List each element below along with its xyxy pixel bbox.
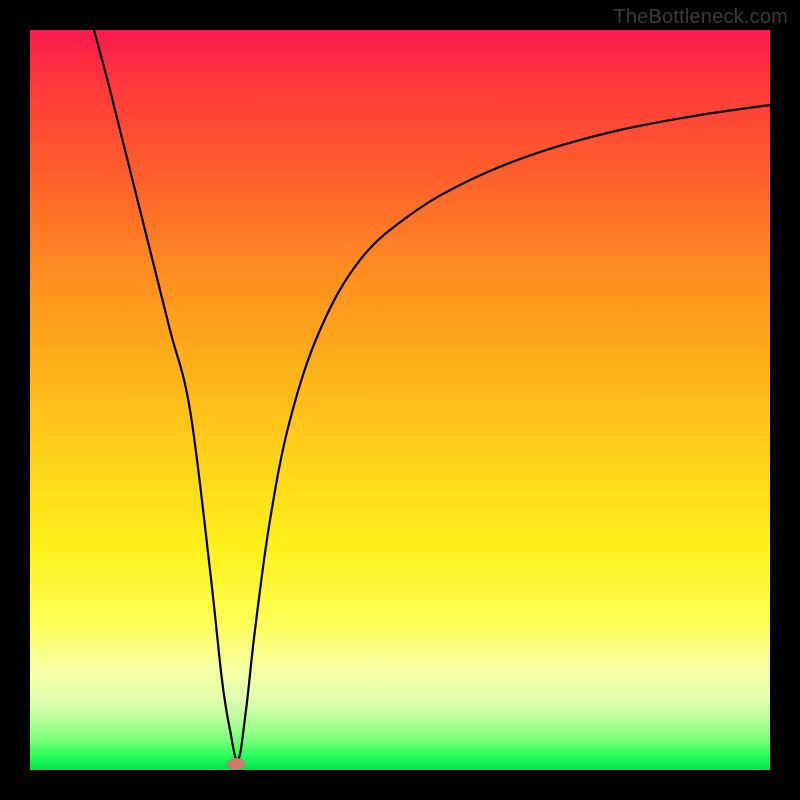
chart-frame: TheBottleneck.com	[0, 0, 800, 800]
curve-path	[94, 30, 770, 760]
watermark-text: TheBottleneck.com	[613, 6, 788, 29]
bottleneck-curve	[30, 30, 770, 770]
plot-area	[30, 30, 770, 770]
minimum-marker	[227, 758, 245, 770]
